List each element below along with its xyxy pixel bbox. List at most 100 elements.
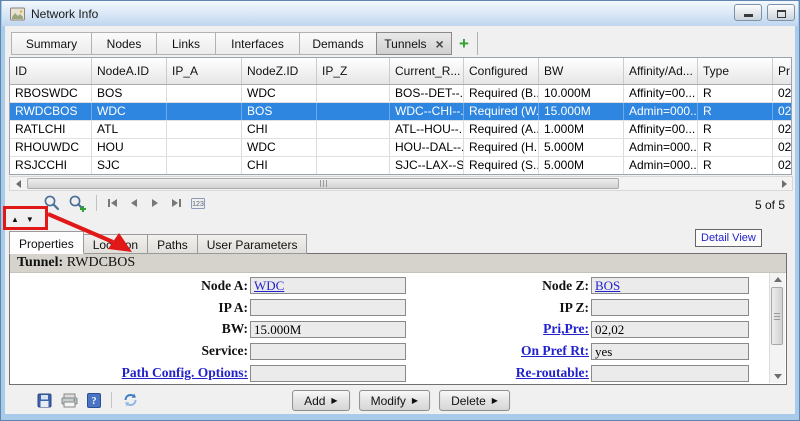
property-field[interactable]: [250, 365, 406, 382]
refresh-button[interactable]: [122, 392, 139, 408]
table-horizontal-scrollbar[interactable]: [9, 176, 793, 191]
table-row[interactable]: RHOUWDCHOUWDCHOU--DAL--...Required (H...…: [10, 139, 791, 157]
tab-summary[interactable]: Summary: [11, 32, 92, 55]
tunnel-header: Tunnel: RWDCBOS: [10, 254, 786, 273]
magnifier-icon: [43, 194, 61, 212]
table-cell: 5.000M: [539, 139, 624, 156]
property-label[interactable]: On Pref Rt:: [413, 343, 591, 359]
column-header-nodeaid[interactable]: NodeA.ID: [92, 58, 167, 84]
row-number-icon: 123: [190, 196, 207, 210]
column-header-bw[interactable]: BW: [539, 58, 624, 84]
table-cell: SJC--LAX--S...: [390, 157, 464, 174]
property-value[interactable]: WDC: [254, 278, 284, 293]
column-header-affinityad[interactable]: Affinity/Ad...: [624, 58, 698, 84]
horizontal-scroll-thumb[interactable]: [27, 178, 619, 189]
column-header-id[interactable]: ID: [10, 58, 92, 84]
table-cell: 15.000M: [539, 103, 624, 120]
vertical-scroll-thumb[interactable]: [771, 287, 783, 345]
add-button[interactable]: Add▶: [292, 390, 350, 411]
scroll-up-button[interactable]: [771, 273, 784, 286]
table-cell: HOU--DAL--...: [390, 139, 464, 156]
table-row[interactable]: RATLCHIATLCHIATL--HOU--...Required (A...…: [10, 121, 791, 139]
column-header-configured[interactable]: Configured: [464, 58, 539, 84]
detail-tab-paths[interactable]: Paths: [147, 234, 198, 254]
table-cell: RBOSWDC: [10, 85, 92, 102]
scroll-down-button[interactable]: [771, 370, 784, 383]
tab-demands[interactable]: Demands: [299, 32, 377, 55]
table-cell: [167, 103, 242, 120]
column-header-nodezid[interactable]: NodeZ.ID: [242, 58, 317, 84]
modify-button[interactable]: Modify▶: [359, 390, 431, 411]
property-field[interactable]: BOS: [591, 277, 749, 294]
table-row[interactable]: RBOSWDCBOSWDCBOS--DET--...Required (B...…: [10, 85, 791, 103]
detail-tab-location[interactable]: Location: [83, 234, 148, 254]
property-field[interactable]: [250, 299, 406, 316]
column-header-type[interactable]: Type: [698, 58, 773, 84]
menu-arrow-icon: ▶: [492, 396, 498, 405]
down-arrow-icon: [774, 374, 782, 379]
last-row-button[interactable]: [169, 197, 183, 209]
panel-vertical-scrollbar[interactable]: [769, 273, 785, 383]
action-buttons: Add▶ Modify▶ Delete▶: [292, 390, 510, 411]
scroll-left-button[interactable]: [11, 178, 25, 189]
property-field[interactable]: yes: [591, 343, 749, 360]
tab-label: Nodes: [107, 37, 142, 51]
scroll-right-button[interactable]: [777, 178, 791, 189]
property-field[interactable]: [250, 343, 406, 360]
delete-button[interactable]: Delete▶: [439, 390, 510, 411]
table-cell: BOS--DET--...: [390, 85, 464, 102]
next-row-button[interactable]: [148, 197, 162, 209]
goto-row-button[interactable]: 123: [190, 196, 207, 210]
tab-close-icon[interactable]: ×: [436, 39, 444, 49]
add-view-button[interactable]: +: [451, 32, 478, 55]
property-row: Pri,Pre:02,02: [413, 319, 769, 341]
zoom-button[interactable]: [43, 194, 61, 212]
property-row: BW:15.000M: [10, 319, 413, 341]
property-label: Node Z:: [413, 278, 591, 294]
tab-links[interactable]: Links: [156, 32, 216, 55]
collapse-up-button[interactable]: ▲: [11, 215, 19, 224]
property-label[interactable]: Re-routable:: [413, 365, 591, 381]
column-header-currentr[interactable]: Current_R...: [390, 58, 464, 84]
table-row[interactable]: RSJCCHISJCCHISJC--LAX--S...Required (S..…: [10, 157, 791, 175]
help-button[interactable]: ?: [87, 393, 101, 408]
bottom-toolbar: ? Add▶ Modify▶ Delete▶: [9, 389, 793, 413]
tab-nodes[interactable]: Nodes: [91, 32, 157, 55]
detail-view-button[interactable]: Detail View: [695, 229, 762, 247]
menu-arrow-icon: ▶: [331, 396, 337, 405]
property-value[interactable]: BOS: [595, 278, 620, 293]
detail-tab-user-parameters[interactable]: User Parameters: [197, 234, 308, 254]
tab-tunnels[interactable]: Tunnels×: [376, 32, 452, 55]
column-header-ipz[interactable]: IP_Z: [317, 58, 390, 84]
property-field[interactable]: [591, 299, 749, 316]
first-row-button[interactable]: [106, 197, 120, 209]
property-row: On Pref Rt:yes: [413, 340, 769, 362]
zoom-add-button[interactable]: [68, 194, 87, 212]
property-field[interactable]: 02,02: [591, 321, 749, 338]
property-label: Node A:: [10, 278, 250, 294]
tab-interfaces[interactable]: Interfaces: [215, 32, 300, 55]
maximize-button[interactable]: [767, 4, 795, 21]
property-label[interactable]: Pri,Pre:: [413, 321, 591, 337]
column-header-ipa[interactable]: IP_A: [167, 58, 242, 84]
table-cell: Required (H...: [464, 139, 539, 156]
property-field[interactable]: 15.000M: [250, 321, 406, 338]
collapse-down-button[interactable]: ▼: [26, 215, 34, 224]
previous-row-button[interactable]: [127, 197, 141, 209]
property-field[interactable]: WDC: [250, 277, 406, 294]
save-button[interactable]: [37, 393, 52, 408]
table-cell: RSJCCHI: [10, 157, 92, 174]
print-button[interactable]: [61, 393, 78, 408]
table-cell: 02: [773, 121, 792, 138]
table-row[interactable]: RWDCBOSWDCBOSWDC--CHI--...Required (W...…: [10, 103, 791, 121]
table-cell: [317, 157, 390, 174]
property-field[interactable]: [591, 365, 749, 382]
table-cell: CHI: [242, 121, 317, 138]
column-header-pr[interactable]: Pr: [773, 58, 792, 84]
property-row: Path Config. Options:: [10, 362, 413, 384]
property-label[interactable]: Path Config. Options:: [10, 365, 250, 381]
detail-tab-properties[interactable]: Properties: [9, 231, 84, 254]
table-cell: 5.000M: [539, 157, 624, 174]
minimize-button[interactable]: [734, 4, 762, 21]
table-cell: [317, 103, 390, 120]
